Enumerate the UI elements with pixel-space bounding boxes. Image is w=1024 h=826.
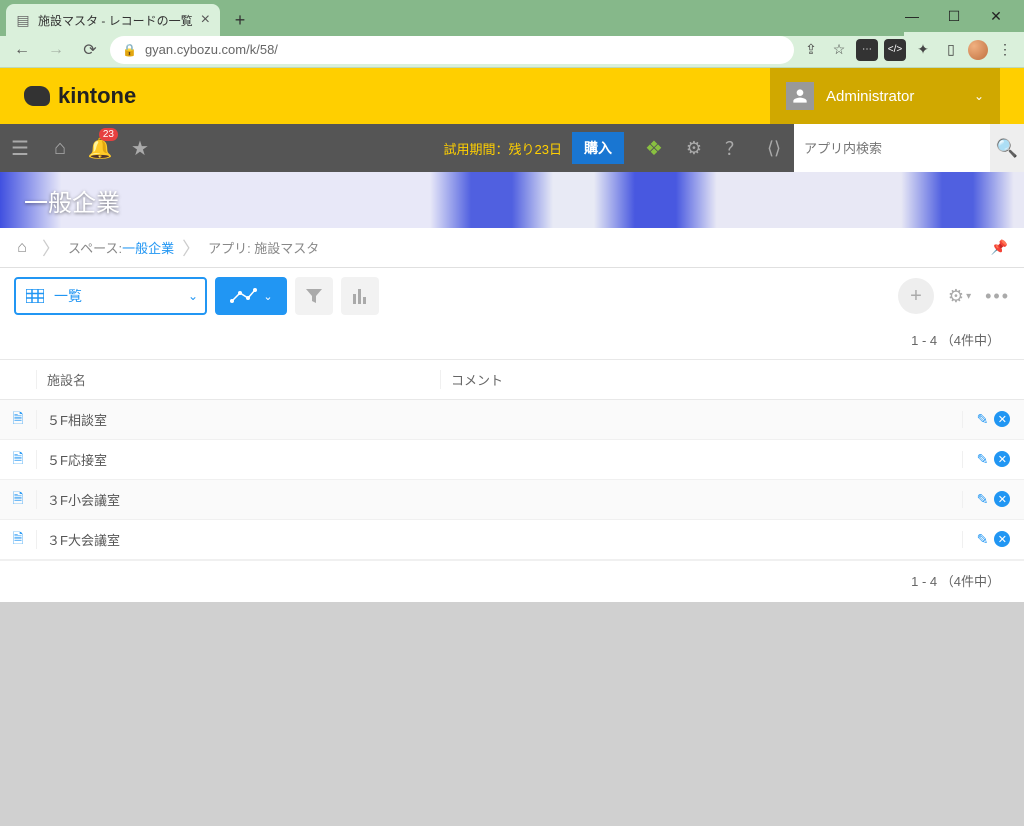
browser-tab[interactable]: ▤ 施設マスタ - レコードの一覧 × xyxy=(6,4,220,36)
chevron-down-icon: ⌄ xyxy=(974,89,984,103)
delete-icon[interactable]: ✕ xyxy=(994,491,1010,507)
filter-button[interactable] xyxy=(295,277,333,315)
kintone-header: kintone Administrator ⌄ xyxy=(0,68,1024,124)
chevron-right-icon: 〉 xyxy=(182,235,200,261)
chevron-down-icon: ⌄ xyxy=(263,290,272,303)
hero-banner: 一般企業 xyxy=(0,172,1024,228)
bell-icon[interactable]: 🔔 23 xyxy=(80,124,120,172)
cell-name: ３F小会議室 xyxy=(36,490,440,509)
reload-button[interactable]: ⟳ xyxy=(76,36,104,64)
edit-icon[interactable]: ✎ xyxy=(977,411,989,428)
maximize-icon[interactable]: ☐ xyxy=(942,4,966,28)
table-row[interactable]: 🗎５F相談室 ✎ ✕ xyxy=(0,400,1024,440)
table-header: 施設名 コメント xyxy=(0,360,1024,400)
breadcrumb-home-icon[interactable]: ⌂ xyxy=(10,239,34,257)
trial-text: 試用期間：残り23日 xyxy=(434,139,572,158)
code-icon[interactable]: ⟨⟩ xyxy=(754,124,794,172)
toolbar: 一覧 ⌄ ⌄ + ⚙▾ ••• xyxy=(0,268,1024,324)
settings-button[interactable]: ⚙▾ xyxy=(948,286,971,307)
search-input[interactable] xyxy=(794,124,990,172)
user-menu[interactable]: Administrator ⌄ xyxy=(770,68,1000,124)
bar-chart-icon xyxy=(352,288,368,304)
logo-icon xyxy=(24,86,50,106)
home-icon[interactable]: ⌂ xyxy=(40,124,80,172)
record-table: 施設名 コメント 🗎５F相談室✎✕🗎５F応接室✎✕🗎３F小会議室✎✕🗎３F大会議… xyxy=(0,359,1024,560)
table-view-icon xyxy=(26,289,44,303)
edit-icon[interactable]: ✎ xyxy=(977,491,989,508)
record-icon: 🗎 xyxy=(0,408,36,432)
record-icon: 🗎 xyxy=(0,488,36,512)
leaf-icon[interactable]: ❖ xyxy=(634,124,674,172)
delete-icon[interactable]: ✕ xyxy=(994,451,1010,467)
app-search: 🔍 xyxy=(794,124,1024,172)
lock-icon: 🔒 xyxy=(122,43,137,57)
extension-icon[interactable]: ⋯ xyxy=(856,39,878,61)
share-icon[interactable]: ⇪ xyxy=(800,39,822,61)
more-button[interactable]: ••• xyxy=(985,286,1010,307)
search-button[interactable]: 🔍 xyxy=(990,124,1024,172)
breadcrumb-space-link[interactable]: 一般企業 xyxy=(122,238,174,257)
delete-icon[interactable]: ✕ xyxy=(994,411,1010,427)
column-header-name[interactable]: 施設名 xyxy=(36,370,440,389)
view-selector[interactable]: 一覧 ⌄ xyxy=(14,277,207,315)
logo-text: kintone xyxy=(58,83,136,109)
address-bar: ← → ⟳ 🔒 gyan.cybozu.com/k/58/ ⇪ ☆ ⋯ </> … xyxy=(0,32,1024,68)
buy-button[interactable]: 購入 xyxy=(572,132,624,164)
user-avatar-icon xyxy=(786,82,814,110)
page-title: 一般企業 xyxy=(24,183,120,218)
menu-icon[interactable]: ☰ xyxy=(0,124,40,172)
forward-button[interactable]: → xyxy=(42,36,70,64)
table-row[interactable]: 🗎５F応接室 ✎ ✕ xyxy=(0,440,1024,480)
tab-favicon-icon: ▤ xyxy=(16,13,30,27)
chart-button[interactable] xyxy=(341,277,379,315)
record-icon: 🗎 xyxy=(0,448,36,472)
cell-name: ３F大会議室 xyxy=(36,530,440,549)
new-tab-button[interactable]: + xyxy=(226,6,254,34)
record-icon: 🗎 xyxy=(0,528,36,552)
view-label: 一覧 xyxy=(54,286,82,306)
help-icon[interactable]: ？ xyxy=(714,124,754,172)
edit-icon[interactable]: ✎ xyxy=(977,451,989,468)
table-row[interactable]: 🗎３F大会議室 ✎ ✕ xyxy=(0,520,1024,560)
table-row[interactable]: 🗎３F小会議室 ✎ ✕ xyxy=(0,480,1024,520)
kintone-logo[interactable]: kintone xyxy=(24,83,136,109)
breadcrumb-app: アプリ: 施設マスタ xyxy=(208,238,319,257)
cell-name: ５F相談室 xyxy=(36,410,440,429)
devtools-icon[interactable]: </> xyxy=(884,39,906,61)
puzzle-icon[interactable]: ✦ xyxy=(912,39,934,61)
window-close-icon[interactable]: ✕ xyxy=(984,4,1008,28)
pagination-top: 1 - 4 （4件中） xyxy=(0,324,1024,359)
kintone-nav: ☰ ⌂ 🔔 23 ★ 試用期間：残り23日 購入 ❖ ⚙ ？ ⟨⟩ 🔍 xyxy=(0,124,1024,172)
star-icon[interactable]: ☆ xyxy=(828,39,850,61)
notification-badge: 23 xyxy=(99,128,118,141)
column-header-comment[interactable]: コメント xyxy=(440,370,962,389)
browser-tab-strip: ▤ 施設マスタ - レコードの一覧 × + xyxy=(0,0,904,36)
line-chart-icon xyxy=(229,287,257,305)
edit-icon[interactable]: ✎ xyxy=(977,531,989,548)
add-record-button[interactable]: + xyxy=(898,278,934,314)
star-nav-icon[interactable]: ★ xyxy=(120,124,160,172)
url-field[interactable]: 🔒 gyan.cybozu.com/k/58/ xyxy=(110,36,794,64)
bookmark-icon[interactable]: ▯ xyxy=(940,39,962,61)
graph-button[interactable]: ⌄ xyxy=(215,277,287,315)
gear-icon[interactable]: ⚙ xyxy=(674,124,714,172)
delete-icon[interactable]: ✕ xyxy=(994,531,1010,547)
profile-avatar-icon[interactable] xyxy=(968,40,988,60)
back-button[interactable]: ← xyxy=(8,36,36,64)
user-name: Administrator xyxy=(826,88,914,105)
pin-icon[interactable]: 📌 xyxy=(991,239,1014,256)
filter-icon xyxy=(305,288,323,304)
chevron-right-icon: 〉 xyxy=(42,235,60,261)
close-icon[interactable]: × xyxy=(201,11,210,29)
tab-title: 施設マスタ - レコードの一覧 xyxy=(38,12,193,29)
chevron-down-icon: ⌄ xyxy=(181,289,205,303)
breadcrumb-space-label: スペース: xyxy=(68,238,122,257)
kebab-icon[interactable]: ⋮ xyxy=(994,39,1016,61)
breadcrumb: ⌂ 〉 スペース: 一般企業 〉 アプリ: 施設マスタ 📌 xyxy=(0,228,1024,268)
pagination-bottom: 1 - 4 （4件中） xyxy=(0,560,1024,602)
cell-name: ５F応接室 xyxy=(36,450,440,469)
url-text: gyan.cybozu.com/k/58/ xyxy=(145,42,278,57)
